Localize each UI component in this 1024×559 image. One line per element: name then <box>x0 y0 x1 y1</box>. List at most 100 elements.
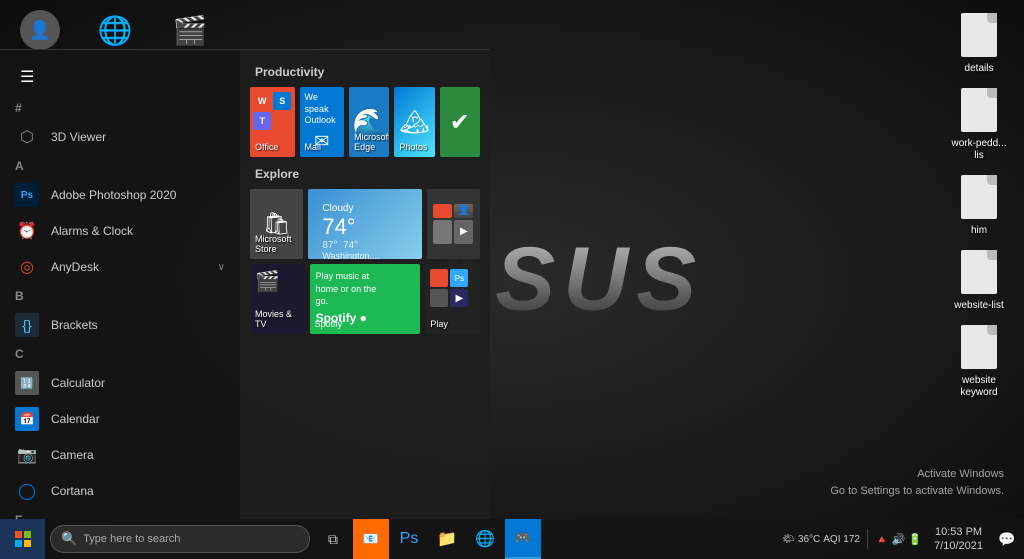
photos-tile-label: Photos <box>399 142 427 152</box>
tile-mail[interactable]: We speakOutlook ✉ Mail <box>300 87 345 157</box>
taskbar-game-app[interactable]: 🎮 <box>505 519 541 559</box>
desktop-icon-details[interactable]: details <box>944 10 1014 75</box>
mail-tile-label: Mail <box>305 142 322 152</box>
start-menu-right-panel: Productivity W S T Office We speakOutloo… <box>240 50 490 519</box>
website-list-label: website-list <box>954 300 1003 312</box>
tile-play[interactable]: Ps ▶ Play <box>425 264 480 334</box>
work-pedd-label: work-pedd...lis <box>951 138 1006 162</box>
taskbar-chrome-app[interactable]: 🌐 <box>467 519 503 559</box>
network-icon: 🔺 <box>875 533 889 546</box>
search-bar[interactable]: 🔍 Type here to search <box>50 525 310 553</box>
tile-ms-store[interactable]: 🛍 Microsoft Store <box>250 189 303 259</box>
taskbar-photoshop-app[interactable]: Ps <box>391 519 427 559</box>
desktop-icon-website-keyword[interactable]: website keyword <box>944 322 1014 399</box>
clock[interactable]: 10:53 PM 7/10/2021 <box>926 525 991 554</box>
3dviewer-icon: ⬡ <box>15 125 39 149</box>
app-item-calendar-label: Calendar <box>51 412 100 426</box>
app-item-anydesk[interactable]: ◎ AnyDesk ∨ <box>0 249 240 285</box>
weather-temp-value: 36°C <box>798 534 820 545</box>
mail-tile-text: We speakOutlook <box>305 92 340 127</box>
play-tile-label: Play <box>430 319 448 329</box>
desktop-icons-right: details work-pedd...lis him website-list… <box>944 10 1014 399</box>
notification-button[interactable]: 💬 <box>995 519 1019 559</box>
taskbar-mail-app[interactable]: 📧 <box>353 519 389 559</box>
desktop-icon-website-list[interactable]: website-list <box>944 247 1014 312</box>
work-pedd-file-icon <box>959 85 999 135</box>
productivity-row-1: W S T Office We speakOutlook ✉ Mail 🌊 <box>250 87 480 157</box>
movies-tile-icon: 🎬 <box>255 269 280 294</box>
taskbar-right-tray: 🌤 36°C AQI 172 🔺 🔊 🔋 10:53 PM 7/10/2021 … <box>782 519 1024 559</box>
weather-tile-content: Cloudy 74° 87° 74° Washington,... <box>314 195 415 253</box>
website-keyword-file-icon <box>959 322 999 372</box>
app-item-alarms-label: Alarms & Clock <box>51 224 133 238</box>
search-icon: 🔍 <box>61 531 77 547</box>
aqi-value: AQI 172 <box>823 534 860 545</box>
app-list: # ⬡ 3D Viewer A Ps Adobe Photoshop 2020 … <box>0 97 240 519</box>
volume-icon: 🔊 <box>892 533 906 546</box>
activate-windows-line2: Go to Settings to activate Windows. <box>830 483 1004 500</box>
website-list-file-icon <box>959 247 999 297</box>
taskbar-action-icons: ⧉ 📧 Ps 📁 🌐 🎮 <box>315 519 541 559</box>
section-b: B <box>0 285 240 307</box>
tile-checklist[interactable]: ✔ <box>440 87 480 157</box>
checklist-tile-icon: ✔ <box>450 108 470 137</box>
website-keyword-label: website keyword <box>944 375 1014 399</box>
play-extra2: ▶ <box>450 289 468 307</box>
tile-office[interactable]: W S T Office <box>250 87 295 157</box>
explore-section-label: Explore <box>250 162 480 189</box>
calculator-icon: 🔢 <box>15 371 39 395</box>
app-item-alarms[interactable]: ⏰ Alarms & Clock <box>0 213 240 249</box>
explore-row-1: 🛍 Microsoft Store Cloudy 74° 87° 74° Was… <box>250 189 480 259</box>
app-item-3dviewer[interactable]: ⬡ 3D Viewer <box>0 119 240 155</box>
tile-weather[interactable]: Cloudy 74° 87° 74° Washington,... <box>308 189 421 259</box>
explore-row-2: 🎬 Movies & TV Play music at home or on t… <box>250 264 480 334</box>
tile-spotify[interactable]: Play music at home or on the go. Spotify… <box>310 264 421 334</box>
app-item-calculator-label: Calculator <box>51 376 105 390</box>
start-menu: ☰ # ⬡ 3D Viewer A Ps Adobe Photoshop 202… <box>0 49 490 519</box>
chrome-icon: 🌐 <box>95 10 135 50</box>
section-a: A <box>0 155 240 177</box>
taskbar-explorer-app[interactable]: 📁 <box>429 519 465 559</box>
search-placeholder-text: Type here to search <box>83 533 180 545</box>
app-item-cortana[interactable]: ◯ Cortana <box>0 473 240 509</box>
anydesk-icon: ◎ <box>15 255 39 279</box>
app-item-cortana-label: Cortana <box>51 484 94 498</box>
app-item-brackets[interactable]: {} Brackets <box>0 307 240 343</box>
dark-tile-cell2: 👤 <box>454 204 473 218</box>
hamburger-button[interactable]: ☰ <box>10 62 44 92</box>
cortana-icon: ◯ <box>15 479 39 503</box>
app-item-photoshop[interactable]: Ps Adobe Photoshop 2020 <box>0 177 240 213</box>
tile-dark[interactable]: 👤 ▶ <box>427 189 480 259</box>
battery-icon: 🔋 <box>908 533 922 546</box>
task-view-button[interactable]: ⧉ <box>315 519 351 559</box>
section-c: C <box>0 343 240 365</box>
photoshop-icon: Ps <box>15 183 39 207</box>
calendar-icon: 📅 <box>15 407 39 431</box>
play-ps-icon: Ps <box>450 269 468 287</box>
app-item-calculator[interactable]: 🔢 Calculator <box>0 365 240 401</box>
start-button[interactable] <box>0 519 45 559</box>
weather-tray[interactable]: 🌤 36°C AQI 172 <box>782 534 860 545</box>
dark-tile-cell4: ▶ <box>454 220 473 245</box>
dark-tile-cell3 <box>433 220 452 245</box>
app-item-3dviewer-label: 3D Viewer <box>51 130 106 144</box>
tile-movies-tv[interactable]: 🎬 Movies & TV <box>250 264 305 334</box>
tile-photos[interactable]: 🏔 Photos <box>394 87 434 157</box>
tray-divider <box>867 529 868 549</box>
edge-tile-label: Microsoft Edge <box>354 132 389 152</box>
taskbar: 🔍 Type here to search ⧉ 📧 Ps 📁 🌐 🎮 🌤 36°… <box>0 519 1024 559</box>
productivity-section-label: Productivity <box>250 60 480 87</box>
admin-icon: 👤 <box>20 10 60 50</box>
system-tray[interactable]: 🔺 🔊 🔋 <box>875 533 922 546</box>
section-f: F <box>0 509 240 519</box>
app-item-camera[interactable]: 📷 Camera <box>0 437 240 473</box>
app-item-calendar[interactable]: 📅 Calendar <box>0 401 240 437</box>
brackets-icon: {} <box>15 313 39 337</box>
desktop-icon-work-pedd[interactable]: work-pedd...lis <box>944 85 1014 162</box>
him-label: him <box>971 225 987 237</box>
office-grid: W S T <box>253 92 291 130</box>
tile-edge[interactable]: 🌊 Microsoft Edge <box>349 87 389 157</box>
clock-time: 10:53 PM <box>935 525 982 539</box>
office-teams-icon: T <box>253 112 271 130</box>
desktop-icon-him[interactable]: him <box>944 172 1014 237</box>
